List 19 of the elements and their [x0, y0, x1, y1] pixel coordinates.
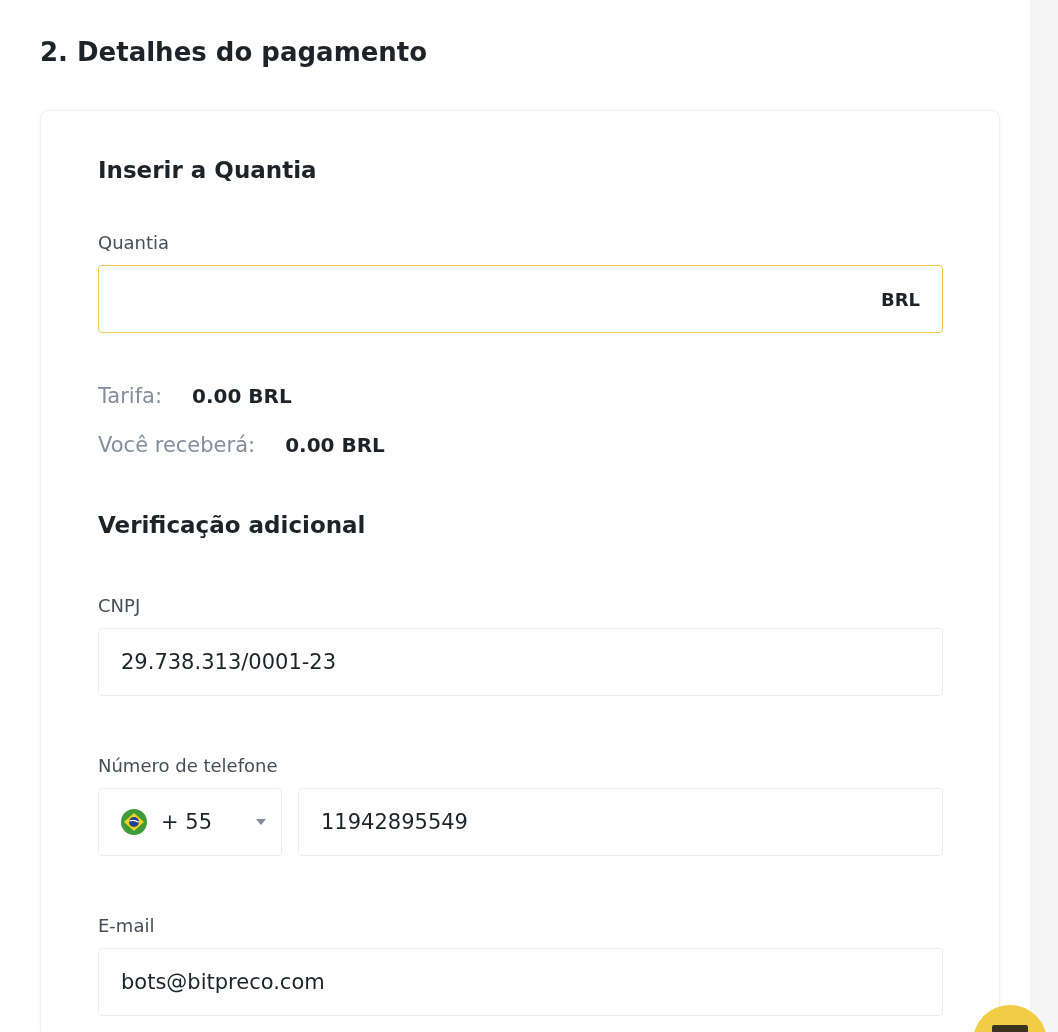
summary-label: Você receberá:: [98, 432, 256, 458]
section-heading: Verificação adicional: [98, 511, 366, 540]
field-label: Quantia: [98, 233, 170, 253]
text-field[interactable]: 29.738.313/0001-23: [98, 628, 943, 696]
field-label: Número de telefone: [98, 756, 278, 776]
field-label: E-mail: [98, 916, 155, 936]
text-field[interactable]: bots@bitpreco.com: [98, 948, 943, 1016]
currency-suffix: BRL: [880, 288, 920, 310]
phone-number-field[interactable]: 11942895549: [298, 788, 943, 856]
field-label: CNPJ: [98, 596, 141, 616]
summary-value: 0.00 BRL: [285, 432, 385, 458]
summary-label: Tarifa:: [98, 383, 163, 409]
caret-icon: [256, 819, 266, 825]
flag-icon: [121, 809, 147, 835]
summary-value: 0.00 BRL: [192, 383, 292, 409]
country-code-select[interactable]: + 55: [98, 788, 282, 856]
section-heading: Inserir a Quantia: [98, 156, 317, 185]
section-title: 2. Detalhes do pagamento: [40, 36, 428, 69]
amount-field[interactable]: BRL: [98, 265, 943, 333]
